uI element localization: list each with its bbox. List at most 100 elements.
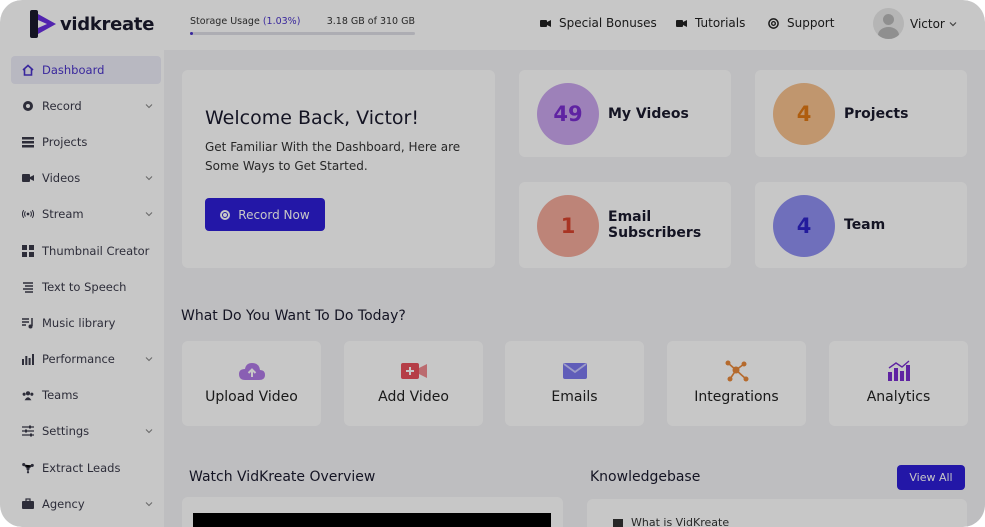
sidebar-item-settings[interactable]: Settings xyxy=(11,417,161,445)
action-integrations[interactable]: Integrations xyxy=(667,341,806,426)
storage-progress-fill xyxy=(190,32,193,35)
stat-card-my-videos[interactable]: 49 My Videos xyxy=(519,70,731,157)
envelope-icon xyxy=(562,363,587,379)
stat-card-projects[interactable]: 4 Projects xyxy=(755,70,967,157)
bar-chart-icon xyxy=(22,353,34,365)
stat-label: Team xyxy=(844,217,886,233)
storage-percent: (1.03%) xyxy=(262,16,301,27)
sidebar-item-label: Music library xyxy=(42,316,116,330)
chevron-down-icon xyxy=(949,21,957,26)
music-list-icon xyxy=(22,317,34,329)
action-label: Emails xyxy=(551,389,598,405)
knowledgebase-title: Knowledgebase xyxy=(590,469,701,485)
action-emails[interactable]: Emails xyxy=(505,341,644,426)
storage-amount: 3.18 GB of 310 GB xyxy=(326,16,415,27)
stat-card-team[interactable]: 4 Team xyxy=(755,182,967,268)
knowledgebase-item[interactable]: What is VidKreate xyxy=(613,516,729,527)
chevron-down-icon xyxy=(145,104,153,109)
sidebar-item-agency[interactable]: Agency xyxy=(11,490,161,518)
stat-value-circle: 49 xyxy=(537,83,599,145)
overview-video-player[interactable] xyxy=(193,513,551,527)
stat-value: 4 xyxy=(796,102,812,126)
sidebar-item-extract-leads[interactable]: Extract Leads xyxy=(11,454,161,482)
sidebar-item-label: Settings xyxy=(42,424,90,438)
special-bonuses-link[interactable]: Special Bonuses xyxy=(540,16,657,30)
user-name: Victor xyxy=(910,16,945,31)
record-now-button[interactable]: Record Now xyxy=(205,198,325,231)
chevron-down-icon xyxy=(145,212,153,217)
stat-label: My Videos xyxy=(608,106,689,122)
action-upload-video[interactable]: Upload Video xyxy=(182,341,321,426)
sidebar-item-label: Projects xyxy=(42,135,88,149)
tutorials-link[interactable]: Tutorials xyxy=(676,16,745,30)
briefcase-icon xyxy=(22,498,34,510)
storage-progress-bar xyxy=(190,32,415,35)
sidebar-item-thumbnail-creator[interactable]: Thumbnail Creator xyxy=(11,237,161,265)
sidebar-item-projects[interactable]: Projects xyxy=(11,128,161,156)
sidebar-item-label: Stream xyxy=(42,207,84,221)
sidebar-item-label: Text to Speech xyxy=(42,280,127,294)
overview-title: Watch VidKreate Overview xyxy=(189,469,376,485)
chevron-down-icon xyxy=(145,357,153,362)
sliders-icon xyxy=(22,425,34,437)
grid-list-icon xyxy=(22,136,34,148)
sidebar-item-text-to-speech[interactable]: Text to Speech xyxy=(11,273,161,301)
home-icon xyxy=(22,64,34,76)
sidebar-item-dashboard[interactable]: Dashboard xyxy=(11,56,161,84)
tiles-icon xyxy=(22,245,34,257)
support-link[interactable]: Support xyxy=(768,16,834,30)
logo-icon xyxy=(30,10,56,38)
chevron-down-icon xyxy=(145,502,153,507)
stat-label: Email Subscribers xyxy=(608,209,702,241)
avatar xyxy=(873,8,904,39)
user-menu[interactable]: Victor xyxy=(873,8,957,39)
stat-value-circle: 4 xyxy=(773,195,835,257)
sidebar-item-performance[interactable]: Performance xyxy=(11,345,161,373)
tutorials-label: Tutorials xyxy=(695,16,746,30)
network-icon xyxy=(22,462,34,474)
sidebar-item-label: Extract Leads xyxy=(42,461,121,475)
sidebar-item-teams[interactable]: Teams xyxy=(11,381,161,409)
sidebar-item-record[interactable]: Record xyxy=(11,92,161,120)
sidebar: Dashboard Record Projects Videos Stream Thumb… xyxy=(0,50,164,527)
video-camera-icon xyxy=(540,19,551,27)
stat-value: 4 xyxy=(796,214,812,238)
actions-title: What Do You Want To Do Today? xyxy=(181,308,406,324)
sidebar-item-music-library[interactable]: Music library xyxy=(11,309,161,337)
stat-value-circle: 4 xyxy=(773,83,835,145)
stat-value: 49 xyxy=(553,102,583,126)
sidebar-item-label: Dashboard xyxy=(42,63,105,77)
welcome-card: Welcome Back, Victor! Get Familiar With … xyxy=(182,70,495,268)
sidebar-item-label: Agency xyxy=(42,497,85,511)
action-label: Analytics xyxy=(866,389,931,405)
stat-value-circle: 1 xyxy=(537,195,599,257)
broadcast-icon xyxy=(22,208,34,220)
support-label: Support xyxy=(787,16,835,30)
storage-label: Storage Usage xyxy=(190,16,260,27)
sidebar-item-label: Record xyxy=(42,99,82,113)
action-label: Add Video xyxy=(378,389,449,405)
sidebar-item-label: Videos xyxy=(42,171,81,185)
sidebar-item-stream[interactable]: Stream xyxy=(11,200,161,228)
add-video-icon xyxy=(400,363,427,379)
chevron-down-icon xyxy=(145,429,153,434)
storage-label-group: Storage Usage (1.03%) xyxy=(190,16,300,27)
cloud-upload-icon xyxy=(238,363,265,380)
special-bonuses-label: Special Bonuses xyxy=(559,16,657,30)
view-all-button[interactable]: View All xyxy=(897,465,965,490)
top-header: vidkreate Storage Usage (1.03%) 3.18 GB … xyxy=(0,0,985,50)
action-analytics[interactable]: Analytics xyxy=(829,341,968,426)
video-camera-icon xyxy=(676,19,687,27)
video-camera-icon xyxy=(613,518,623,527)
brand-logo[interactable]: vidkreate xyxy=(30,8,154,40)
stat-card-email-subscribers[interactable]: 1 Email Subscribers xyxy=(519,182,731,268)
record-icon xyxy=(220,209,231,220)
app-window: vidkreate Storage Usage (1.03%) 3.18 GB … xyxy=(0,0,985,527)
sidebar-item-label: Performance xyxy=(42,352,115,366)
welcome-subtitle: Get Familiar With the Dashboard, Here ar… xyxy=(205,140,461,173)
welcome-title: Welcome Back, Victor! xyxy=(205,107,419,129)
storage-usage: Storage Usage (1.03%) 3.18 GB of 310 GB xyxy=(190,16,415,35)
sidebar-item-videos[interactable]: Videos xyxy=(11,164,161,192)
action-add-video[interactable]: Add Video xyxy=(344,341,483,426)
knowledgebase-item-label: What is VidKreate xyxy=(631,516,730,527)
